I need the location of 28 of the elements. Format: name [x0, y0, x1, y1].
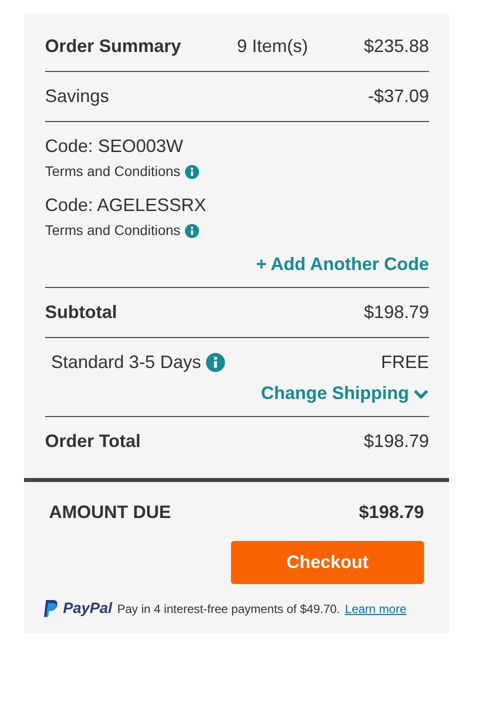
info-icon[interactable]	[206, 353, 226, 372]
item-count: 9 Item(s)	[236, 36, 308, 57]
info-icon[interactable]	[185, 224, 200, 238]
shipping-method: Standard 3-5 Days	[51, 352, 202, 373]
learn-more-link[interactable]: Learn more	[345, 602, 406, 616]
amount-due-label: AMOUNT DUE	[49, 502, 171, 523]
summary-amount: $235.88	[364, 36, 429, 57]
subtotal-label: Subtotal	[45, 302, 117, 323]
order-total-label: Order Total	[45, 431, 141, 452]
summary-title: Order Summary	[45, 36, 182, 57]
paypal-logo-icon	[44, 600, 58, 617]
paypal-brand: PayPal	[63, 600, 112, 617]
chevron-down-icon	[413, 388, 429, 400]
amount-due-amount: $198.79	[358, 502, 424, 523]
add-code-link[interactable]: + Add Another Code	[256, 254, 429, 275]
info-icon[interactable]	[185, 164, 200, 179]
savings-amount: -$37.09	[368, 86, 429, 107]
change-shipping-link[interactable]: Change Shipping	[261, 383, 429, 404]
promo-code: Code: AGELESSRX	[45, 195, 208, 216]
subtotal-amount: $198.79	[364, 302, 429, 323]
shipping-price: FREE	[380, 352, 429, 373]
checkout-button[interactable]: Checkout	[231, 541, 424, 584]
paypal-message: Pay in 4 interest-free payments of $49.70.	[117, 602, 340, 616]
terms-link[interactable]: Terms and Conditions	[45, 222, 180, 238]
terms-link[interactable]: Terms and Conditions	[45, 163, 180, 179]
promo-code: Code: SEO003W	[45, 136, 184, 157]
order-total-amount: $198.79	[364, 431, 429, 452]
savings-label: Savings	[45, 86, 110, 107]
